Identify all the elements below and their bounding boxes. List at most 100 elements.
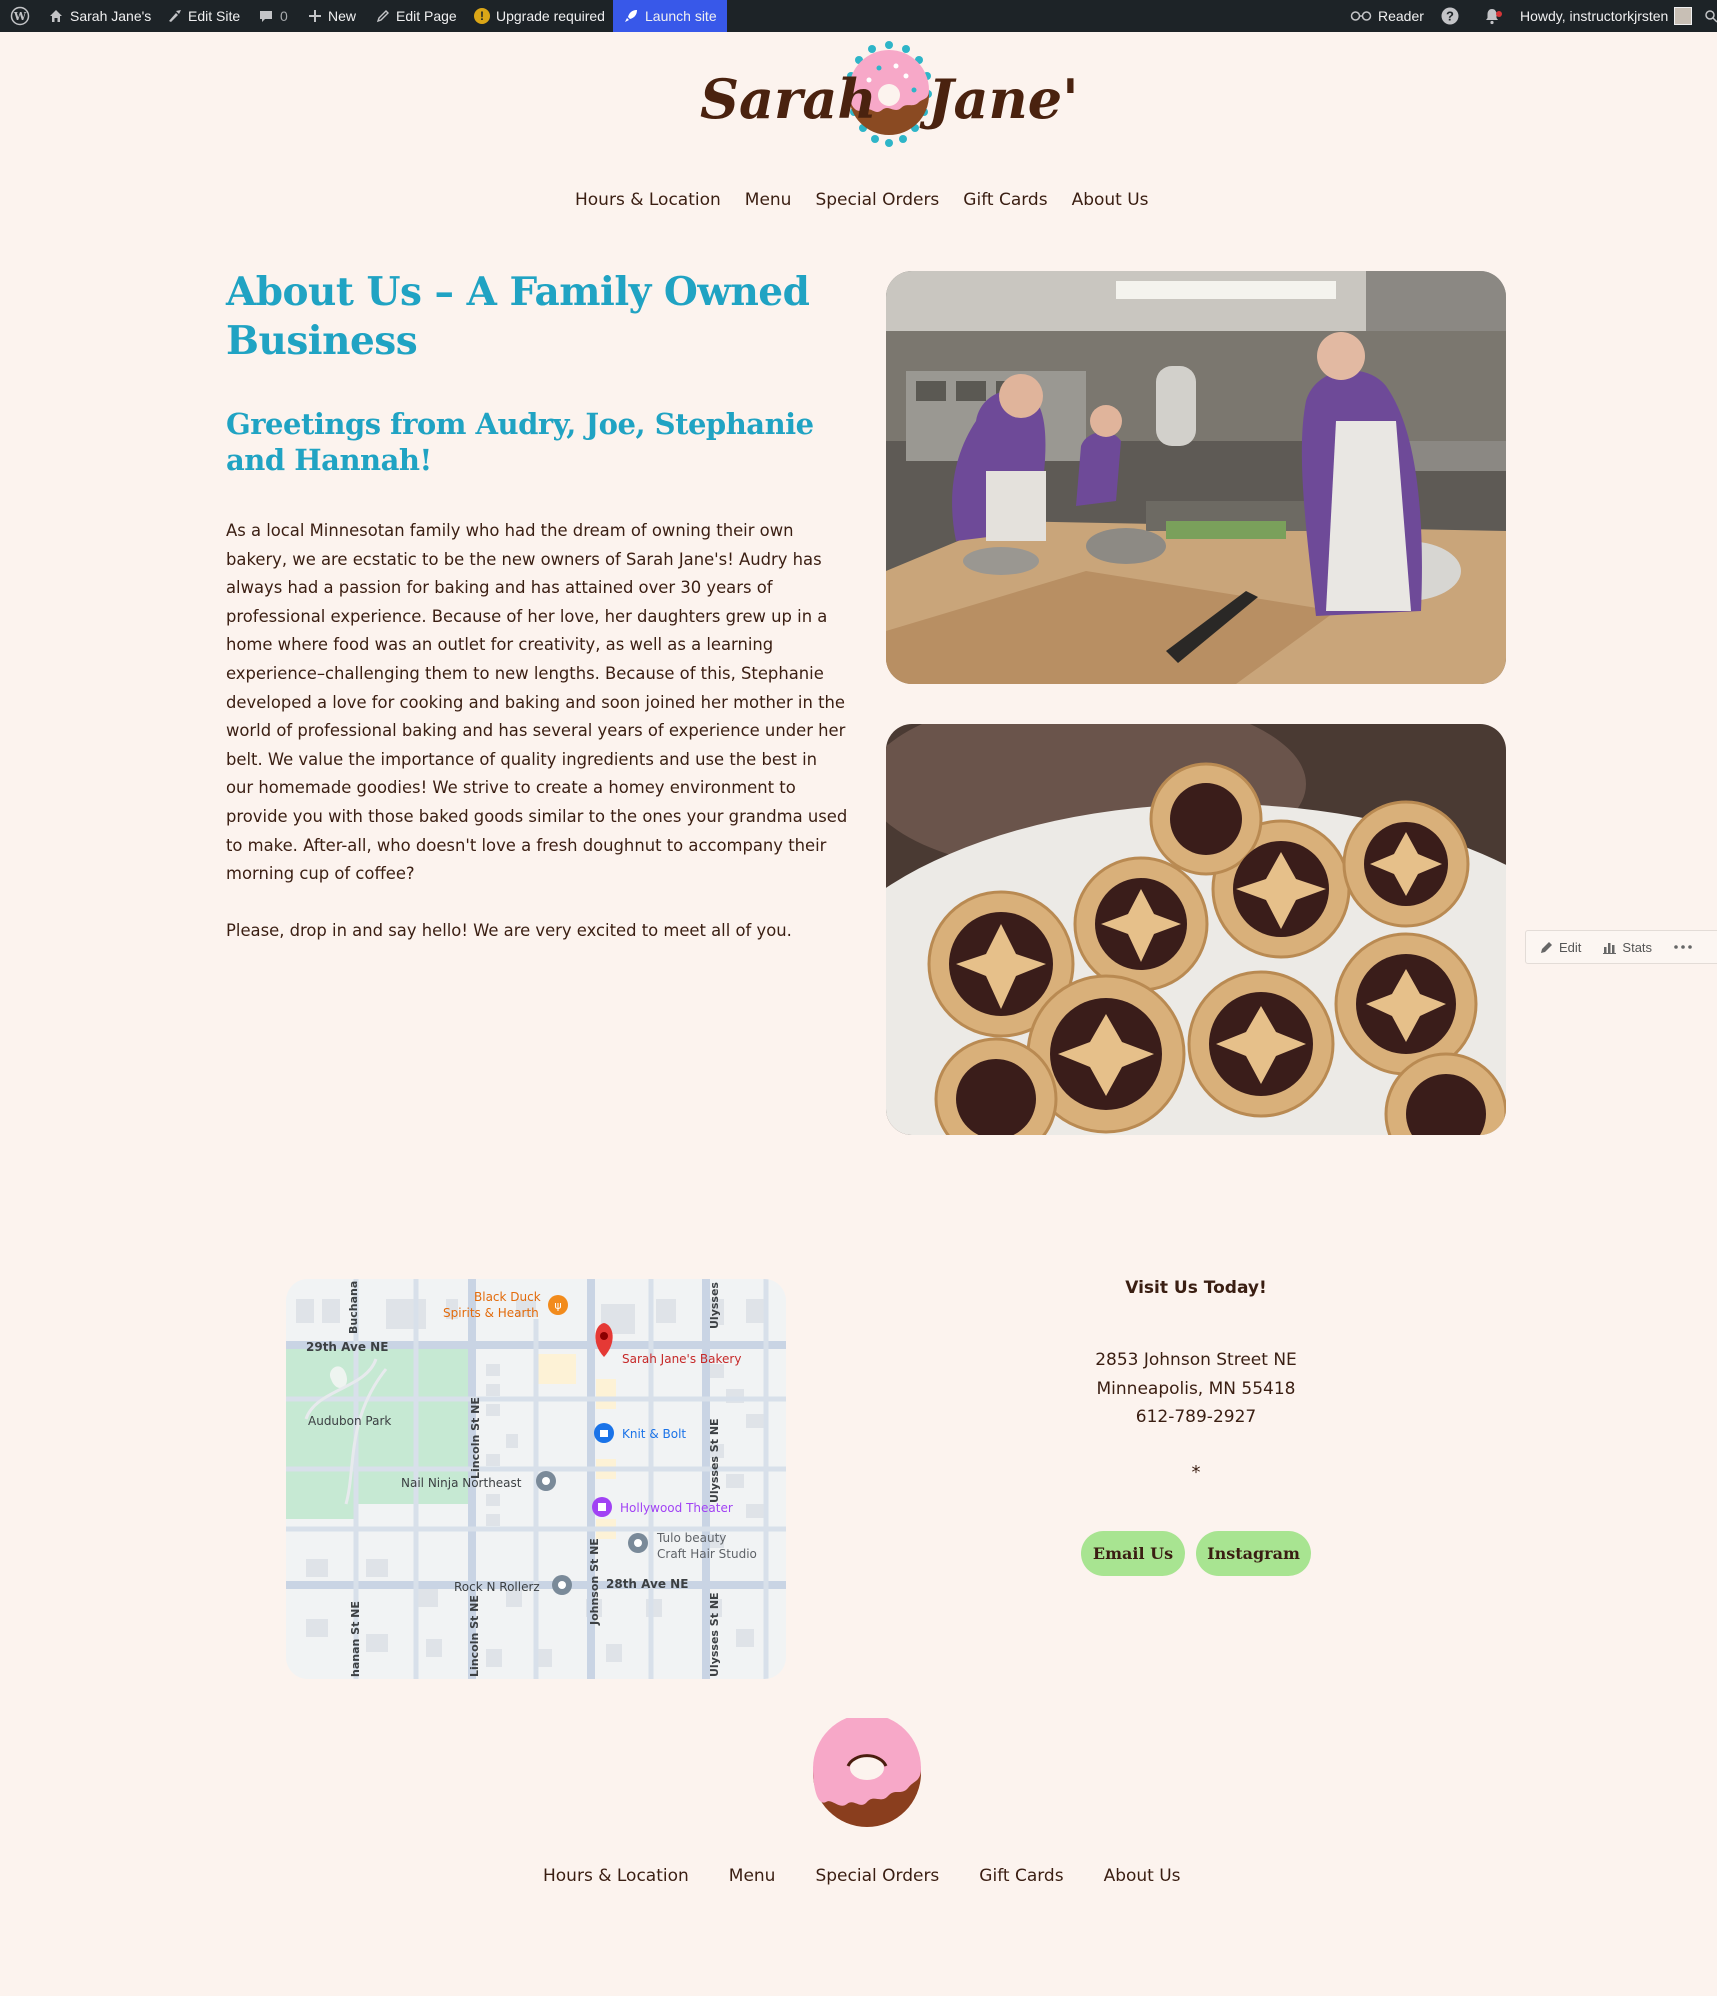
nav-hours-location[interactable]: Hours & Location: [575, 190, 721, 210]
bar-chart-icon: [1603, 942, 1617, 954]
map-label-hollywood: Hollywood Theater: [620, 1501, 733, 1515]
map-label-tulo-2: Craft Hair Studio: [657, 1547, 757, 1561]
search-button[interactable]: [1704, 0, 1717, 32]
footer-nav-hours-location[interactable]: Hours & Location: [543, 1866, 689, 1886]
edit-site-label: Edit Site: [188, 8, 241, 24]
comment-icon: [258, 8, 274, 24]
svg-text:W: W: [13, 10, 27, 23]
location-map[interactable]: Black Duck Spirits & Hearth ψ 29th Ave N…: [286, 1279, 786, 1679]
svg-text:?: ?: [1446, 9, 1454, 24]
toolbar-stats-label: Stats: [1622, 939, 1653, 955]
toolbar-edit-label: Edit: [1559, 939, 1582, 955]
brush-icon: [166, 8, 182, 24]
visit-heading: Visit Us Today!: [1125, 1278, 1267, 1298]
map-label-lincoln-bottom: Lincoln St NE: [468, 1595, 481, 1677]
nav-about-us[interactable]: About Us: [1072, 190, 1149, 210]
about-paragraph-1: As a local Minnesotan family who had the…: [226, 521, 848, 884]
map-label-28th: 28th Ave NE: [606, 1577, 688, 1591]
map-label-buchanan-bottom: hanan St NE: [349, 1601, 362, 1677]
phone-number: 612-789-2927: [1135, 1407, 1257, 1428]
site-name-menu[interactable]: Sarah Jane's: [48, 0, 151, 32]
comments-count: 0: [280, 8, 288, 24]
map-label-johnson: Johnson St NE: [588, 1538, 601, 1626]
launch-site-button[interactable]: Launch site: [613, 0, 727, 32]
help-button[interactable]: ?: [1441, 0, 1459, 32]
instagram-button[interactable]: Instagram: [1196, 1531, 1311, 1576]
logo-text-left: Sarah: [700, 67, 877, 131]
map-label-black-duck: Black Duck: [474, 1290, 541, 1304]
reader-label: Reader: [1378, 8, 1424, 24]
footer-nav-special-orders[interactable]: Special Orders: [815, 1866, 939, 1886]
rocket-icon: [623, 8, 639, 24]
kitchen-photo: [886, 271, 1506, 684]
home-icon: [48, 8, 64, 24]
about-text: As a local Minnesotan family who had the…: [226, 517, 848, 945]
comments-button[interactable]: 0: [258, 0, 288, 32]
my-account-menu[interactable]: Howdy, instructorkjrsten: [1520, 0, 1693, 32]
site-name-label: Sarah Jane's: [70, 8, 152, 24]
map-label-ulysses-bottom: Ulysses St NE: [708, 1592, 721, 1677]
map-label-29th: 29th Ave NE: [306, 1340, 388, 1354]
notifications-button[interactable]: [1484, 0, 1502, 32]
pencil-icon: [1541, 941, 1552, 953]
footer-nav-about-us[interactable]: About Us: [1104, 1866, 1181, 1886]
ellipsis-icon: [1674, 945, 1692, 949]
toolbar-stats-button[interactable]: Stats: [1603, 940, 1652, 955]
upgrade-required-button[interactable]: ! Upgrade required: [474, 0, 605, 32]
address-city: Minneapolis, MN 55418: [1096, 1378, 1296, 1399]
new-label: New: [328, 8, 357, 24]
footer-nav: Hours & Location Menu Special Orders Gif…: [543, 1866, 1181, 1886]
search-icon: [1704, 9, 1717, 23]
email-us-button[interactable]: Email Us: [1081, 1531, 1185, 1576]
launch-label: Launch site: [645, 8, 717, 24]
map-label-bakery: Sarah Jane's Bakery: [622, 1352, 741, 1366]
notification-dot: [1496, 11, 1502, 17]
wordpress-icon: W: [10, 6, 30, 26]
page-subtitle: Greetings from Audry, Joe, Stephanie and…: [226, 407, 814, 477]
nav-gift-cards[interactable]: Gift Cards: [963, 190, 1047, 210]
edit-site-button[interactable]: Edit Site: [166, 0, 240, 32]
map-label-spirits: Spirits & Hearth: [443, 1306, 539, 1320]
reader-button[interactable]: Reader: [1350, 0, 1424, 32]
map-label-audubon: Audubon Park: [308, 1414, 391, 1428]
footer-nav-menu[interactable]: Menu: [729, 1866, 776, 1886]
toolbar-edit-button[interactable]: Edit: [1540, 940, 1581, 955]
wordpress-logo-button[interactable]: W: [10, 0, 30, 32]
page-title: About Us – A Family Owned Business: [226, 269, 810, 364]
nav-menu[interactable]: Menu: [745, 190, 792, 210]
map-label-tulo-1: Tulo beauty: [656, 1531, 726, 1545]
pencil-icon: [376, 9, 390, 23]
address-street: 2853 Johnson Street NE: [1095, 1350, 1297, 1370]
address-block: 2853 Johnson Street NE Minneapolis, MN 5…: [1000, 1346, 1392, 1432]
site-logo[interactable]: Sarah Jane's: [696, 38, 1109, 163]
primary-nav: Hours & Location Menu Special Orders Gif…: [575, 190, 1149, 210]
help-icon: ?: [1441, 7, 1459, 25]
map-label-rock: Rock N Rollerz: [454, 1580, 540, 1594]
admin-bar: W Sarah Jane's Edit Site 0 New Edit Page…: [0, 0, 1717, 32]
glasses-icon: [1350, 10, 1372, 22]
warning-icon: !: [474, 8, 490, 24]
map-label-buchanan-top: Buchana: [347, 1281, 360, 1334]
avatar: [1674, 7, 1693, 25]
footer-nav-gift-cards[interactable]: Gift Cards: [979, 1866, 1063, 1886]
more-options-button[interactable]: [1674, 945, 1692, 949]
new-content-button[interactable]: New: [308, 0, 356, 32]
edit-page-button[interactable]: Edit Page: [376, 0, 457, 32]
map-label-knit: Knit & Bolt: [622, 1427, 686, 1441]
map-label-nail: Nail Ninja Northeast: [401, 1476, 522, 1490]
map-label-lincoln-top: Lincoln St NE: [469, 1397, 482, 1479]
svg-text:ψ: ψ: [554, 1299, 561, 1312]
logo-text-right: Jane's: [919, 67, 1076, 131]
about-paragraph-2: Please, drop in and say hello! We are ve…: [226, 920, 792, 940]
plus-icon: [308, 9, 322, 23]
edit-page-label: Edit Page: [396, 8, 457, 24]
bell-icon: [1484, 7, 1502, 25]
howdy-label: Howdy, instructorkjrsten: [1520, 8, 1669, 24]
separator-asterisk: *: [1191, 1462, 1201, 1483]
mince-tarts-photo: [886, 724, 1506, 1135]
upgrade-label: Upgrade required: [496, 8, 605, 24]
nav-special-orders[interactable]: Special Orders: [815, 190, 939, 210]
map-label-ulysses-mid: Ulysses St NE: [708, 1418, 721, 1503]
footer-donut-logo[interactable]: [812, 1714, 922, 1828]
floating-edit-toolbar: Edit Stats: [1525, 930, 1717, 964]
